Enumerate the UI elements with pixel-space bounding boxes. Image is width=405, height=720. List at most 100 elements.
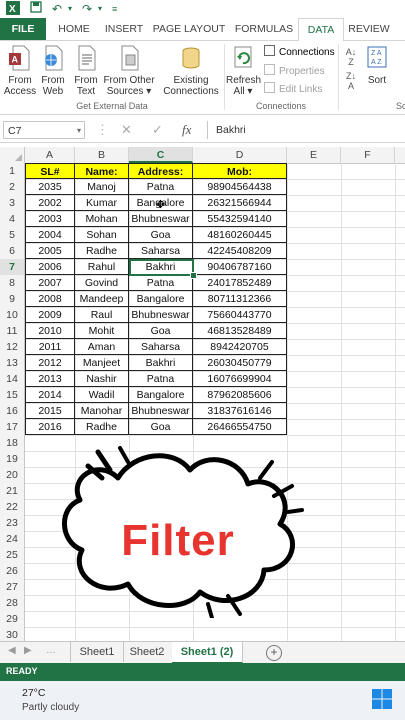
- row-header[interactable]: 1: [0, 163, 24, 179]
- weather-condition[interactable]: Partly cloudy: [22, 702, 79, 713]
- row-header[interactable]: 9: [0, 291, 24, 307]
- from-web-button[interactable]: From Web: [38, 45, 68, 97]
- table-cell[interactable]: Manoj: [75, 179, 129, 195]
- row-header[interactable]: 28: [0, 595, 24, 611]
- undo-dropdown-icon[interactable]: ▾: [68, 1, 72, 17]
- row-header[interactable]: 12: [0, 339, 24, 355]
- table-cell[interactable]: Wadil: [75, 387, 129, 403]
- save-icon[interactable]: [30, 1, 42, 17]
- row-header[interactable]: 17: [0, 419, 24, 435]
- table-cell[interactable]: 42245408209: [193, 243, 287, 259]
- table-cell[interactable]: 2007: [25, 275, 75, 291]
- table-cell[interactable]: 2013: [25, 371, 75, 387]
- refresh-all-button[interactable]: Refresh All ▾: [226, 45, 261, 97]
- table-cell[interactable]: Mohit: [75, 323, 129, 339]
- row-header[interactable]: 19: [0, 451, 24, 467]
- table-cell[interactable]: 90406787160: [193, 259, 287, 275]
- table-cell[interactable]: 2005: [25, 243, 75, 259]
- table-cell[interactable]: Bhubneswar: [129, 403, 193, 419]
- table-cell[interactable]: Rahul: [75, 259, 129, 275]
- row-header[interactable]: 2: [0, 179, 24, 195]
- sheet-scroll-left-icon[interactable]: ◀: [8, 645, 16, 656]
- active-cell-selection[interactable]: [129, 259, 194, 276]
- table-cell[interactable]: 31837616146: [193, 403, 287, 419]
- table-cell[interactable]: 48160260445: [193, 227, 287, 243]
- row-header[interactable]: 10: [0, 307, 24, 323]
- tab-review[interactable]: REVIEW: [346, 18, 392, 40]
- edit-links-button[interactable]: Edit Links: [264, 82, 322, 96]
- row-header[interactable]: 25: [0, 547, 24, 563]
- from-other-sources-button[interactable]: From Other Sources ▾: [102, 45, 156, 97]
- table-header-cell[interactable]: Name:: [75, 163, 129, 179]
- table-cell[interactable]: Bangalore: [129, 291, 193, 307]
- table-cell[interactable]: Sohan: [75, 227, 129, 243]
- table-cell[interactable]: Bakhri: [129, 355, 193, 371]
- row-header[interactable]: 26: [0, 563, 24, 579]
- table-cell[interactable]: Mandeep: [75, 291, 129, 307]
- table-cell[interactable]: 2035: [25, 179, 75, 195]
- table-cell[interactable]: Patna: [129, 179, 193, 195]
- sheet-more-icon[interactable]: …: [46, 645, 56, 656]
- table-cell[interactable]: Bangalore: [129, 387, 193, 403]
- column-header-a[interactable]: A: [25, 147, 75, 163]
- table-cell[interactable]: 87962085606: [193, 387, 287, 403]
- tab-file[interactable]: FILE: [0, 18, 46, 40]
- table-cell[interactable]: 55432594140: [193, 211, 287, 227]
- table-cell[interactable]: Goa: [129, 227, 193, 243]
- table-cell[interactable]: Bhubneswar: [129, 307, 193, 323]
- column-header-f[interactable]: F: [341, 147, 395, 163]
- from-access-button[interactable]: A From Access: [3, 45, 37, 97]
- table-cell[interactable]: Saharsa: [129, 243, 193, 259]
- table-cell[interactable]: 26466554750: [193, 419, 287, 435]
- sheet-tab-sheet2[interactable]: Sheet2: [122, 642, 173, 662]
- row-header[interactable]: 15: [0, 387, 24, 403]
- tab-formulas[interactable]: FORMULAS: [232, 18, 296, 40]
- table-cell[interactable]: 2004: [25, 227, 75, 243]
- table-cell[interactable]: 46813528489: [193, 323, 287, 339]
- table-header-cell[interactable]: Address:: [129, 163, 193, 179]
- table-header-cell[interactable]: SL#: [25, 163, 75, 179]
- sheet-scroll-right-icon[interactable]: ▶: [24, 645, 32, 656]
- sheet-tab-sheet1[interactable]: Sheet1: [70, 642, 124, 662]
- sort-a-to-z-button[interactable]: A↓ Z: [342, 47, 360, 67]
- formula-input[interactable]: Bakhri: [207, 121, 405, 139]
- table-cell[interactable]: 2015: [25, 403, 75, 419]
- tab-insert[interactable]: INSERT: [100, 18, 148, 40]
- row-header[interactable]: 6: [0, 243, 24, 259]
- table-cell[interactable]: Raul: [75, 307, 129, 323]
- enter-icon[interactable]: ✓: [152, 122, 163, 138]
- table-cell[interactable]: Kumar: [75, 195, 129, 211]
- tab-page-layout[interactable]: PAGE LAYOUT: [152, 18, 226, 40]
- table-cell[interactable]: Saharsa: [129, 339, 193, 355]
- redo-dropdown-icon[interactable]: ▾: [98, 1, 102, 17]
- column-header-d[interactable]: D: [193, 147, 287, 163]
- table-cell[interactable]: 2003: [25, 211, 75, 227]
- row-header[interactable]: 4: [0, 211, 24, 227]
- tab-data[interactable]: DATA: [298, 18, 344, 42]
- connections-button[interactable]: Connections: [264, 45, 335, 59]
- sort-button[interactable]: Z A A Z Sort: [364, 45, 390, 86]
- fill-handle[interactable]: [190, 272, 197, 279]
- table-cell[interactable]: 2016: [25, 419, 75, 435]
- table-cell[interactable]: 8942420705: [193, 339, 287, 355]
- table-cell[interactable]: 2009: [25, 307, 75, 323]
- row-header[interactable]: 22: [0, 499, 24, 515]
- column-header-e[interactable]: E: [287, 147, 341, 163]
- table-cell[interactable]: 75660443770: [193, 307, 287, 323]
- properties-button[interactable]: Properties: [264, 64, 325, 78]
- row-header[interactable]: 16: [0, 403, 24, 419]
- sheet-tab-sheet1-2[interactable]: Sheet1 (2): [172, 642, 243, 664]
- from-text-button[interactable]: From Text: [71, 45, 101, 97]
- table-cell[interactable]: Radhe: [75, 243, 129, 259]
- row-header[interactable]: 18: [0, 435, 24, 451]
- table-cell[interactable]: 98904564438: [193, 179, 287, 195]
- table-cell[interactable]: Mohan: [75, 211, 129, 227]
- table-cell[interactable]: 2012: [25, 355, 75, 371]
- table-cell[interactable]: Patna: [129, 371, 193, 387]
- table-cell[interactable]: Patna: [129, 275, 193, 291]
- row-header[interactable]: 8: [0, 275, 24, 291]
- windows-start-icon[interactable]: [371, 688, 393, 710]
- table-cell[interactable]: 26321566944: [193, 195, 287, 211]
- sort-z-to-a-button[interactable]: Z↓ A: [342, 71, 360, 91]
- row-header[interactable]: 5: [0, 227, 24, 243]
